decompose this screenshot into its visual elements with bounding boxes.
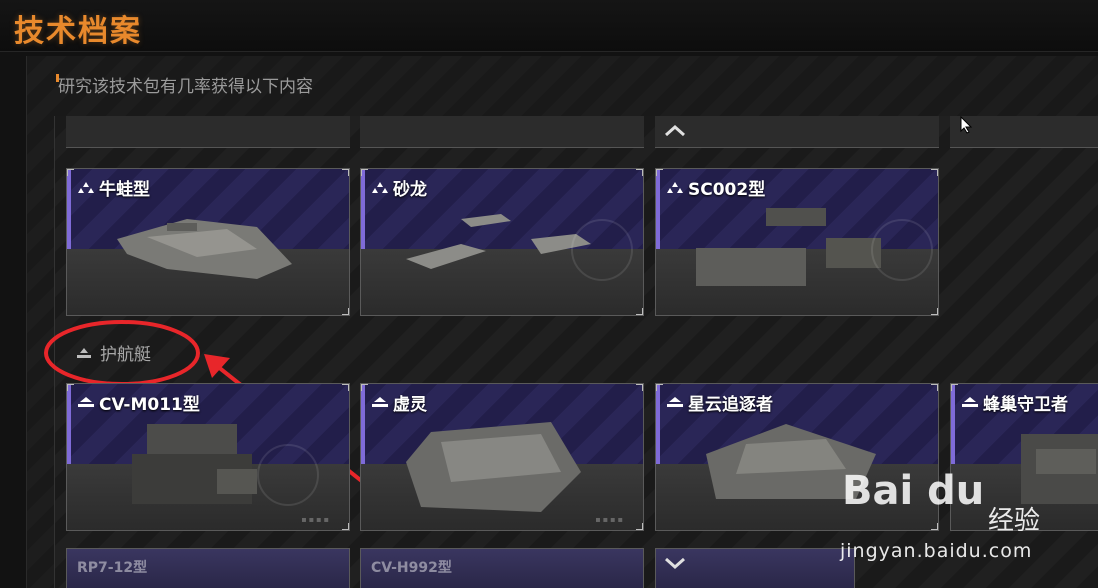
chevron-down-icon	[665, 557, 685, 570]
ship-image	[117, 219, 292, 279]
card-title: 牛蛙型	[77, 175, 150, 200]
tier-icon	[372, 181, 388, 193]
partial-card-top[interactable]	[66, 116, 350, 148]
tier-icon	[962, 396, 978, 407]
partial-card-top[interactable]	[655, 116, 939, 148]
chevron-up-icon	[665, 124, 685, 137]
card-name: CV-M011型	[99, 395, 200, 415]
card-name: 砂龙	[393, 180, 427, 200]
page-title: 技术档案	[14, 14, 142, 49]
card-accent	[67, 384, 71, 464]
card-title: SC002型	[666, 175, 765, 200]
card-title: 星云追逐者	[666, 390, 773, 415]
ship-image	[696, 208, 881, 286]
ship-card-partial[interactable]: RP7-12型	[66, 548, 350, 588]
tier-icon	[78, 396, 94, 407]
partial-card-top[interactable]	[360, 116, 644, 148]
card-accent	[951, 384, 955, 464]
radar-emblem	[871, 219, 933, 281]
ship-card-phantom[interactable]: 虚灵 ▪▪▪▪	[360, 383, 644, 531]
card-dots: ▪▪▪▪	[301, 515, 331, 524]
ship-card-sc002[interactable]: SC002型	[655, 168, 939, 316]
card-title: 砂龙	[371, 175, 427, 200]
card-accent	[361, 384, 365, 464]
ship-card-cv-m011[interactable]: CV-M011型 ▪▪▪▪	[66, 383, 350, 531]
tier-icon	[372, 396, 388, 407]
baidu-watermark: Bai du 经验 jingyan.baidu.com	[832, 468, 1098, 588]
mouse-cursor-icon	[960, 116, 973, 134]
card-title: CV-M011型	[77, 390, 200, 415]
card-accent	[656, 384, 660, 464]
scroll-up-button[interactable]	[662, 120, 688, 140]
card-accent	[67, 169, 71, 249]
card-name: 牛蛙型	[99, 180, 150, 200]
ship-image	[132, 424, 257, 504]
card-accent	[656, 169, 660, 249]
radar-emblem	[571, 219, 633, 281]
scroll-down-button[interactable]	[662, 554, 688, 574]
tier-icon	[667, 396, 683, 407]
card-title: 蜂巢守卫者	[961, 390, 1068, 415]
card-accent	[361, 169, 365, 249]
header-bar	[0, 0, 1098, 52]
card-name: RP7-12型	[77, 560, 148, 576]
ship-card-sandragon[interactable]: 砂龙	[360, 168, 644, 316]
card-dots: ▪▪▪▪	[595, 515, 625, 524]
subtitle: 研究该技术包有几率获得以下内容	[58, 77, 313, 97]
watermark-text: 经验	[988, 506, 1041, 536]
card-name: SC002型	[688, 180, 766, 200]
watermark-logo: Bai du	[842, 468, 985, 514]
watermark-url: jingyan.baidu.com	[840, 540, 1033, 562]
card-name: 蜂巢守卫者	[983, 395, 1068, 415]
card-title: 虚灵	[371, 390, 427, 415]
annotation-circle	[44, 320, 200, 386]
ship-card-partial[interactable]: CV-H992型	[360, 548, 644, 588]
ship-image	[406, 422, 581, 512]
tier-icon	[78, 181, 94, 193]
tier-icon	[667, 181, 683, 193]
ship-card-bullfrog[interactable]: 牛蛙型	[66, 168, 350, 316]
card-name: 星云追逐者	[688, 395, 773, 415]
card-name: 虚灵	[393, 395, 427, 415]
card-name: CV-H992型	[371, 560, 452, 576]
radar-emblem	[257, 444, 319, 506]
